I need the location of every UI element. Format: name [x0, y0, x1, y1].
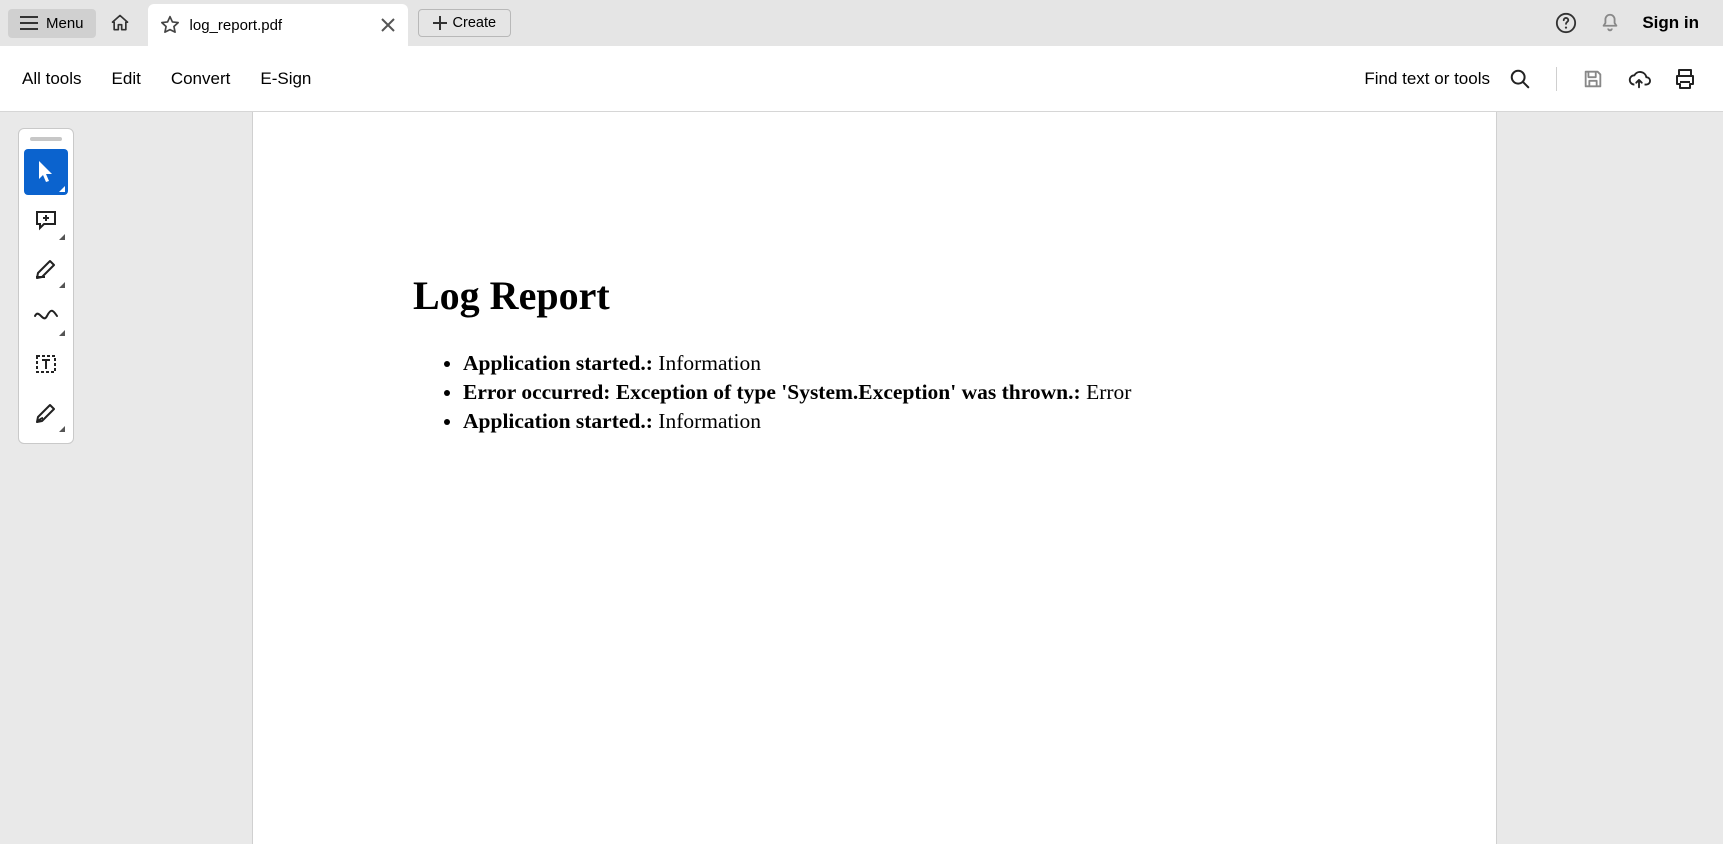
log-entry: Application started.: Information	[463, 407, 1336, 436]
print-button[interactable]	[1669, 63, 1701, 95]
log-entry-rest: Error	[1081, 380, 1132, 404]
text-box-icon	[34, 353, 58, 375]
tab-title: log_report.pdf	[190, 17, 374, 34]
log-entry: Application started.: Information	[463, 349, 1336, 378]
log-entry: Error occurred: Exception of type 'Syste…	[463, 378, 1336, 407]
select-tool[interactable]	[24, 149, 68, 195]
print-icon	[1673, 68, 1697, 90]
cloud-upload-button[interactable]	[1623, 63, 1655, 95]
toolbar-esign[interactable]: E-Sign	[260, 69, 311, 89]
bell-icon	[1599, 12, 1621, 34]
document-tab[interactable]: log_report.pdf	[148, 4, 408, 46]
content-area: Log Report Application started.: Informa…	[0, 112, 1723, 844]
home-icon	[110, 13, 130, 33]
comment-tool[interactable]	[24, 197, 68, 243]
submenu-indicator-icon	[59, 426, 65, 432]
pen-icon	[34, 401, 58, 423]
signin-link[interactable]: Sign in	[1638, 13, 1703, 33]
toolbar-convert[interactable]: Convert	[171, 69, 231, 89]
text-select-tool[interactable]	[24, 341, 68, 387]
log-list: Application started.: Information Error …	[413, 349, 1336, 436]
menu-label: Menu	[46, 15, 84, 32]
notification-button[interactable]	[1594, 7, 1626, 39]
document-title: Log Report	[413, 272, 1336, 319]
titlebar: Menu log_report.pdf Create	[0, 0, 1723, 46]
star-icon	[160, 15, 180, 35]
plus-icon	[433, 16, 447, 30]
help-button[interactable]	[1550, 7, 1582, 39]
hamburger-icon	[20, 16, 38, 30]
comment-icon	[34, 209, 58, 231]
menu-button[interactable]: Menu	[8, 9, 96, 38]
document-page[interactable]: Log Report Application started.: Informa…	[252, 112, 1497, 844]
close-icon	[381, 18, 395, 32]
toolbar-left: All tools Edit Convert E-Sign	[22, 69, 311, 89]
divider	[1556, 67, 1557, 91]
toolbar-edit[interactable]: Edit	[112, 69, 141, 89]
save-icon	[1582, 68, 1604, 90]
toolbar-all-tools[interactable]: All tools	[22, 69, 82, 89]
titlebar-right: Sign in	[1550, 7, 1715, 39]
search-button[interactable]	[1504, 63, 1536, 95]
submenu-indicator-icon	[59, 330, 65, 336]
log-entry-bold: Application started.:	[463, 409, 653, 433]
help-icon	[1555, 12, 1577, 34]
side-toolbar	[18, 128, 74, 444]
submenu-indicator-icon	[59, 282, 65, 288]
star-button[interactable]	[156, 11, 184, 39]
search-icon	[1509, 68, 1531, 90]
log-entry-bold: Application started.:	[463, 351, 653, 375]
create-button[interactable]: Create	[418, 9, 512, 37]
draw-tool[interactable]	[24, 293, 68, 339]
save-button[interactable]	[1577, 63, 1609, 95]
highlighter-icon	[34, 257, 58, 279]
find-label[interactable]: Find text or tools	[1364, 69, 1490, 89]
cursor-icon	[35, 159, 57, 185]
toolbar: All tools Edit Convert E-Sign Find text …	[0, 46, 1723, 112]
draw-icon	[33, 307, 59, 325]
home-button[interactable]	[104, 7, 136, 39]
log-entry-rest: Information	[653, 409, 761, 433]
log-entry-bold: Error occurred: Exception of type 'Syste…	[463, 380, 1081, 404]
tab-close-button[interactable]	[374, 11, 402, 39]
submenu-indicator-icon	[59, 234, 65, 240]
log-entry-rest: Information	[653, 351, 761, 375]
cloud-upload-icon	[1627, 68, 1651, 90]
toolbar-right: Find text or tools	[1364, 63, 1701, 95]
create-label: Create	[453, 15, 497, 31]
highlight-tool[interactable]	[24, 245, 68, 291]
document-content: Log Report Application started.: Informa…	[253, 112, 1496, 436]
submenu-indicator-icon	[59, 186, 65, 192]
sign-tool[interactable]	[24, 389, 68, 435]
drag-handle[interactable]	[30, 137, 62, 141]
